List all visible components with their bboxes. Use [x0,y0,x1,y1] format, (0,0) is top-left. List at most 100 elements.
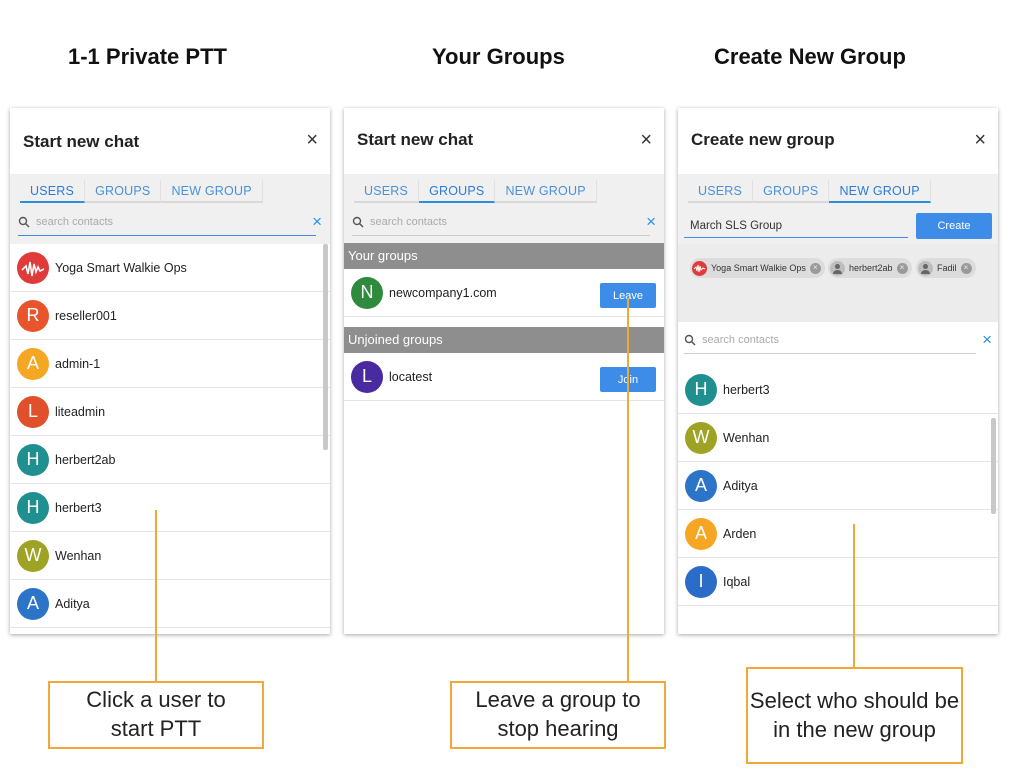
avatar: H [17,491,49,524]
list-item[interactable]: Hherbert2ab [10,436,330,484]
group-name: newcompany1.com [389,285,497,300]
list-item[interactable]: W Wenhan [10,532,330,580]
avatar: W [17,539,49,572]
avatar: A [685,517,717,550]
contact-name: Wenhan [723,430,770,445]
heading-create-group: Create New Group [714,44,906,69]
list-item[interactable]: Lliteadmin [10,388,330,436]
start-chat-panel-users: Start new chat × USERS GROUPS NEW GROUP … [10,108,330,634]
list-item[interactable]: Rreseller001 [10,292,330,340]
scrollbar[interactable] [323,244,328,450]
chip-label: herbert2ab [849,263,893,273]
tab-groups[interactable]: GROUPS [753,180,830,203]
avatar: W [685,421,717,454]
member-chip: Yoga Smart Walkie Ops × [690,258,825,278]
avatar: A [17,347,49,380]
list-item[interactable]: A Aditya [10,580,330,628]
tab-new-group[interactable]: NEW GROUP [161,180,263,203]
unjoined-groups-header: Unjoined groups [344,327,664,353]
remove-chip-icon[interactable]: × [809,262,821,274]
tab-new-group[interactable]: NEW GROUP [495,180,597,203]
list-item[interactable]: Yoga Smart Walkie Ops [10,244,330,292]
avatar: L [351,360,383,393]
search-icon [352,216,364,228]
create-button[interactable]: Create [916,213,992,239]
avatar: I [685,565,717,598]
member-chip: herbert2ab × [828,258,912,278]
search-input[interactable]: search contacts × [684,330,992,354]
contact-name: herbert3 [55,500,102,515]
contact-name: Wenhan [55,548,102,563]
search-input[interactable]: search contacts × [18,212,322,236]
list-item[interactable]: I Iqbal [678,558,998,606]
tab-users[interactable]: USERS [20,180,86,203]
callout-click-user: Click a user to start PTT [48,681,264,749]
heading-your-groups: Your Groups [432,44,565,69]
clear-search-icon[interactable]: × [312,213,322,230]
group-row[interactable]: L locatest Join [344,353,664,401]
member-chip: Fadil × [916,258,976,278]
contact-name: Yoga Smart Walkie Ops [55,260,187,275]
scrollbar[interactable] [991,418,996,514]
search-icon [18,216,30,228]
list-item[interactable]: A Arden [678,510,998,558]
panel-title: Start new chat [357,130,474,149]
callout-leave-group: Leave a group to stop hearing [450,681,666,749]
logo-avatar [692,260,707,276]
list-item[interactable]: Hherbert3 [10,484,330,532]
callout-connector [627,298,629,682]
tab-users[interactable]: USERS [354,180,420,203]
callout-connector [155,510,157,682]
contact-name: Aditya [55,596,90,611]
avatar: N [351,276,383,309]
avatar: L [17,395,49,428]
waveform-icon [21,261,45,276]
avatar: H [685,373,717,406]
tab-groups[interactable]: GROUPS [85,180,162,203]
your-groups-header: Your groups [344,243,664,269]
contact-name: admin-1 [55,356,101,371]
tab-users[interactable]: USERS [688,180,754,203]
callout-connector [853,524,855,668]
logo-avatar [17,251,49,284]
group-name: locatest [389,369,433,384]
list-item[interactable]: Aadmin-1 [10,340,330,388]
user-icon [830,260,845,276]
contact-name: Iqbal [723,574,751,589]
clear-search-icon[interactable]: × [982,331,992,348]
close-icon[interactable]: × [974,130,986,150]
remove-chip-icon[interactable]: × [896,262,908,274]
callout-select-members: Select who should be in the new group [746,667,963,764]
list-item[interactable]: A Aditya [678,462,998,510]
heading-private-ptt: 1-1 Private PTT [68,44,227,69]
contact-name: Arden [723,526,757,541]
search-placeholder: search contacts [36,216,114,228]
search-placeholder: search contacts [702,334,780,346]
list-item[interactable]: W Wenhan [678,414,998,462]
user-icon [918,260,933,276]
group-row[interactable]: N newcompany1.com Leave [344,269,664,317]
remove-chip-icon[interactable]: × [960,262,972,274]
contact-name: herbert2ab [55,452,116,467]
group-name-input[interactable]: March SLS Group [684,214,908,238]
list-item[interactable]: Hherbert3 [678,366,998,414]
avatar: A [685,469,717,502]
avatar: H [17,443,49,476]
panel-title: Create new group [691,130,835,149]
tab-new-group[interactable]: NEW GROUP [829,180,931,203]
contact-name: Aditya [723,478,758,493]
clear-search-icon[interactable]: × [646,213,656,230]
close-icon[interactable]: × [640,130,652,150]
search-placeholder: search contacts [370,216,448,228]
search-icon [684,334,696,346]
panel-title: Start new chat [23,132,140,151]
contact-name: liteadmin [55,404,106,419]
tab-groups[interactable]: GROUPS [419,180,496,203]
close-icon[interactable]: × [306,130,318,150]
contact-name: herbert3 [723,382,770,397]
chip-label: Fadil [937,263,957,273]
contact-list: Hherbert3 W Wenhan A Aditya A Arden I Iqbal [678,366,998,606]
search-input[interactable]: search contacts × [352,212,656,236]
create-group-panel: Create new group × USERS GROUPS NEW GROU… [678,108,998,634]
avatar: A [17,587,49,620]
